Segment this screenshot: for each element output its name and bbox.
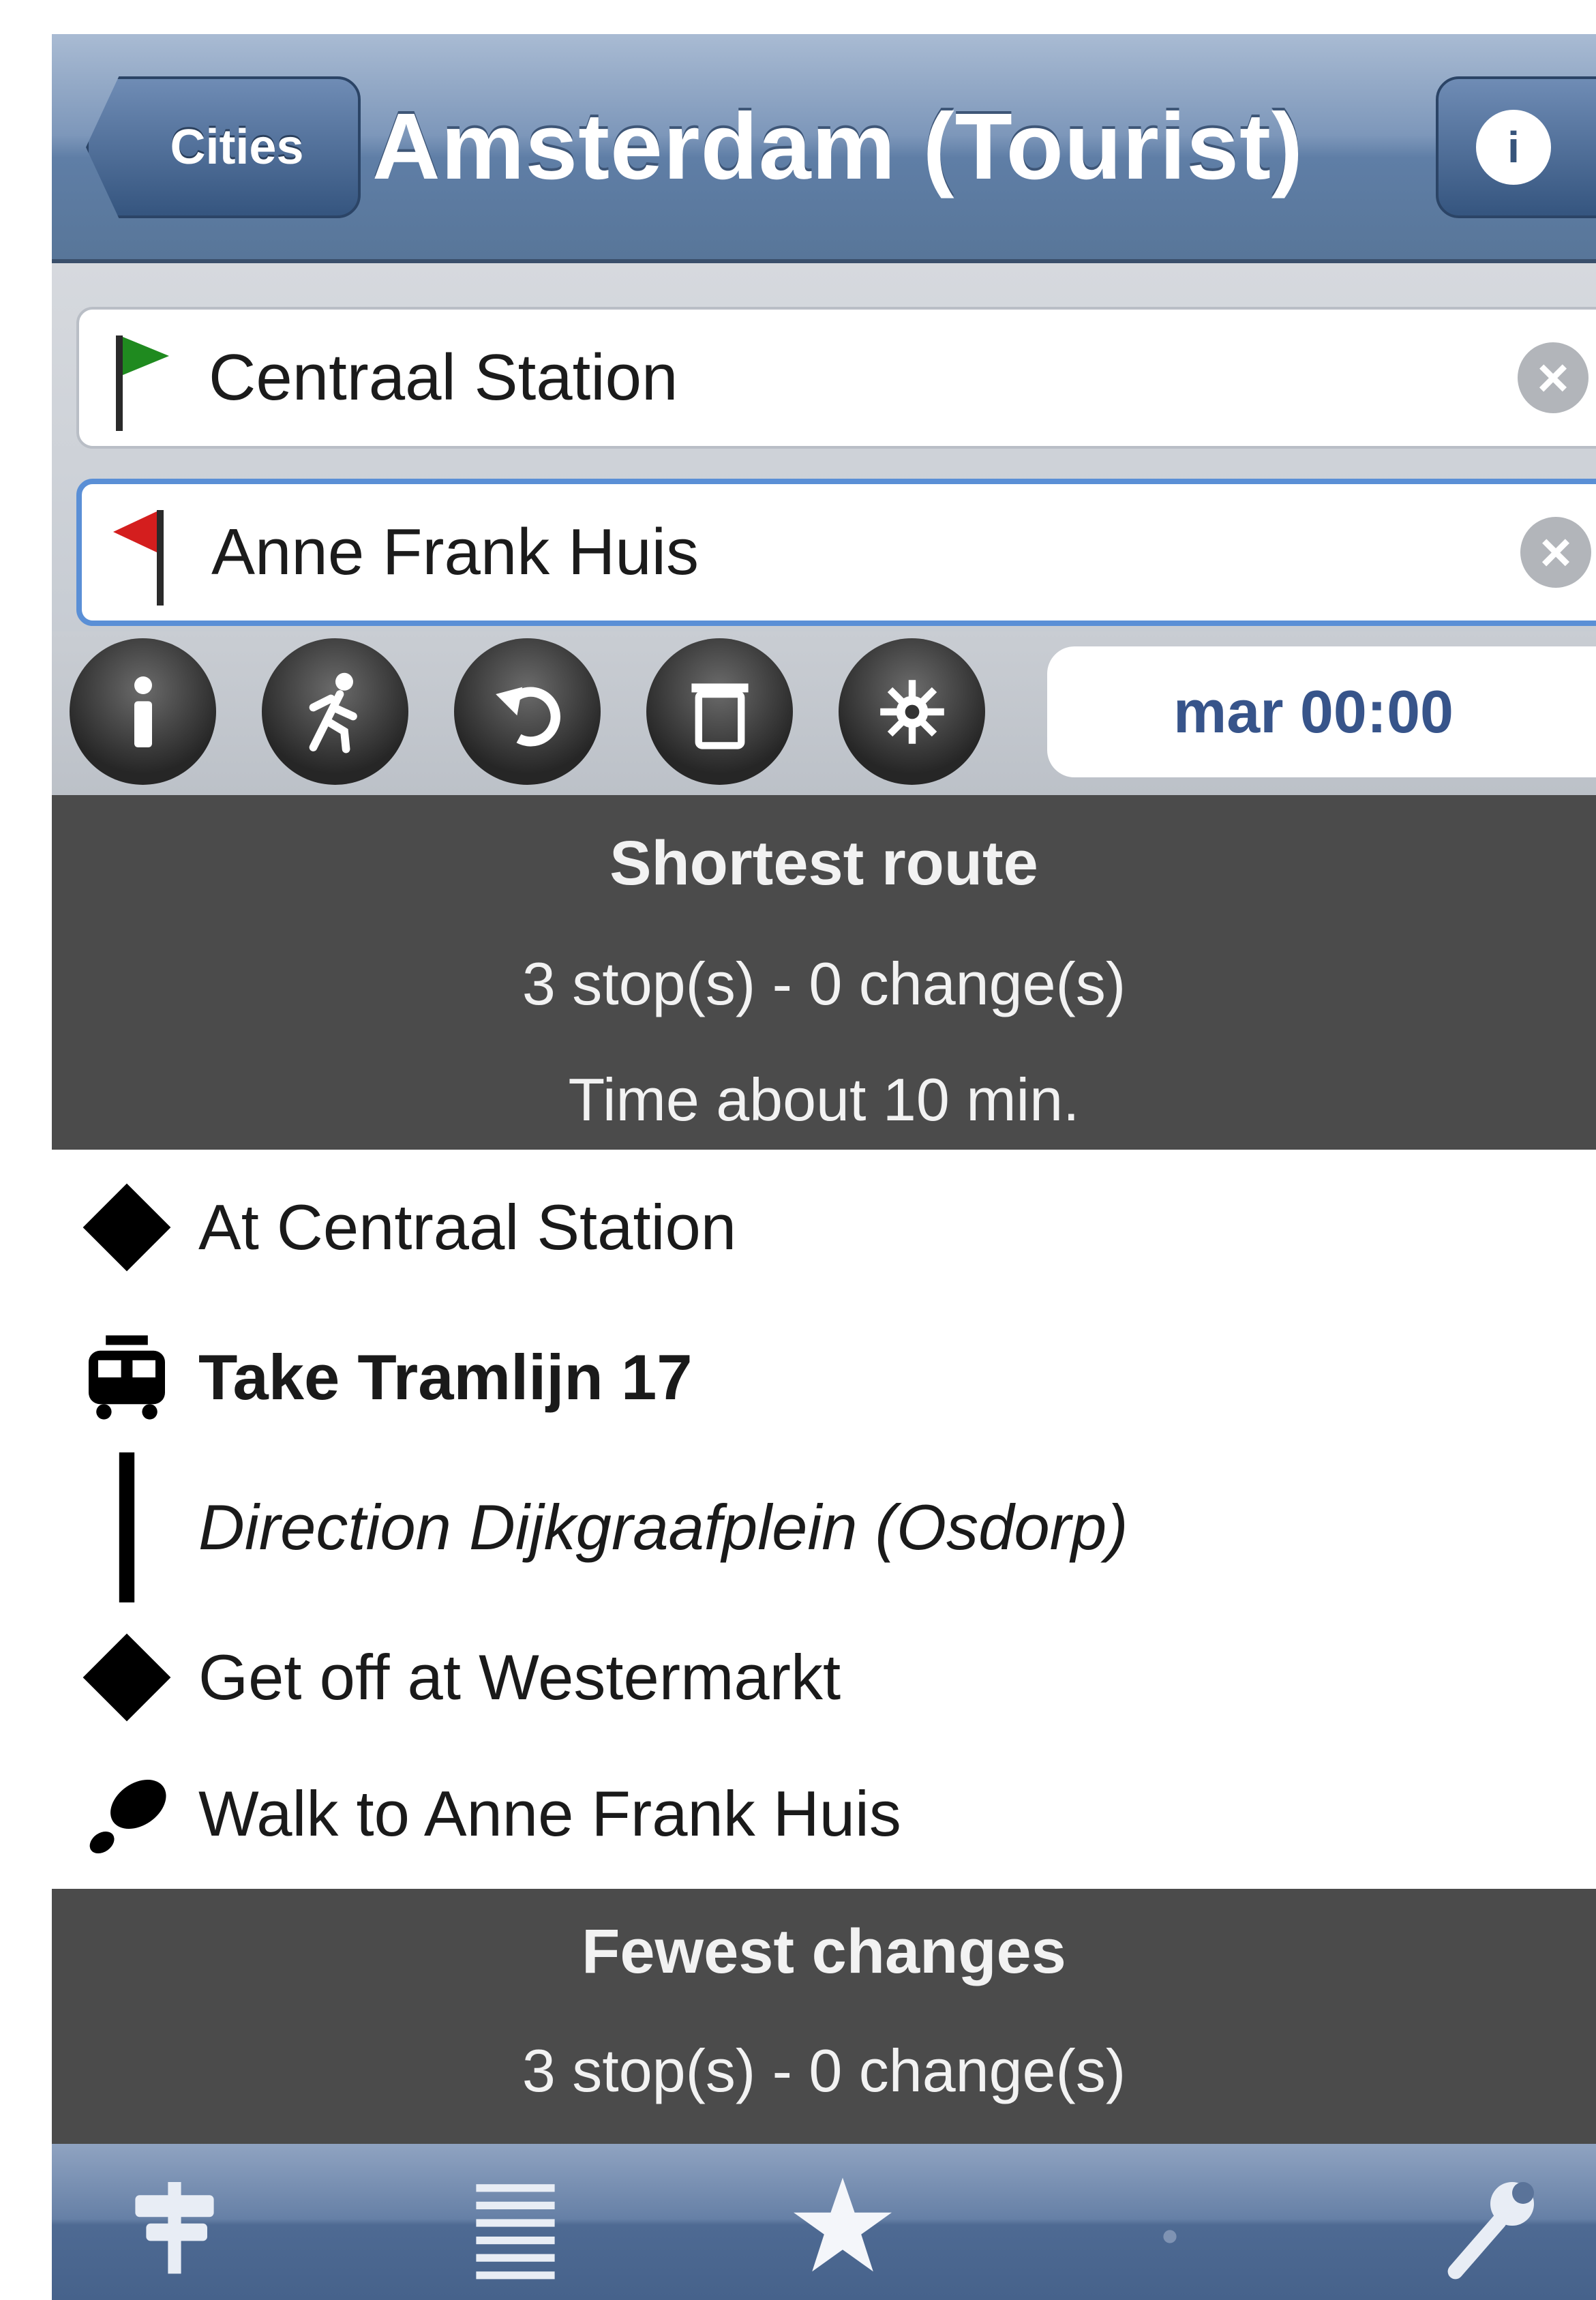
cities-back-button[interactable]: Cities xyxy=(86,76,361,218)
blank-icon xyxy=(1163,2230,1177,2243)
wrench-icon xyxy=(1447,2182,1534,2280)
reverse-route-button[interactable] xyxy=(454,638,601,785)
star-icon xyxy=(794,2177,892,2272)
info-round-button[interactable] xyxy=(70,638,216,785)
list-item: At Centraal Station xyxy=(52,1152,1596,1302)
walk-icon xyxy=(309,672,357,753)
tab-list[interactable] xyxy=(461,2171,570,2280)
info-button[interactable]: i xyxy=(1436,76,1596,218)
shoe-icon xyxy=(89,1779,166,1854)
step-text: Direction Dijkgraafplein (Osdorp) xyxy=(198,1491,1128,1563)
tab-favorites[interactable] xyxy=(788,2171,897,2280)
route-input-area: Centraal Station × Anne Frank Huis × xyxy=(52,263,1596,631)
red-flag-icon xyxy=(113,510,164,606)
step-text: At Centraal Station xyxy=(198,1191,736,1263)
route-duration: Time about 10 min. xyxy=(568,1066,1080,1133)
origin-field[interactable]: Centraal Station × xyxy=(76,307,1596,449)
navigation-bar: Cities Amsterdam (Tourist) i xyxy=(52,34,1596,263)
step-text: Get off at Westermarkt xyxy=(198,1641,841,1713)
route-header-fewest-changes[interactable]: Fewest changes 3 stop(s) - 0 change(s) xyxy=(52,1889,1596,2144)
app-screen: Cities Amsterdam (Tourist) i Centraal St… xyxy=(52,34,1596,2300)
route-summary: 3 stop(s) - 0 change(s) xyxy=(522,950,1126,1017)
signpost-icon xyxy=(135,2182,214,2274)
green-flag-icon xyxy=(116,335,169,431)
diamond-icon xyxy=(82,1183,171,1272)
page-title: Amsterdam (Tourist) xyxy=(372,93,1304,199)
origin-value: Centraal Station xyxy=(209,341,678,414)
step-text: Walk to Anne Frank Huis xyxy=(198,1778,901,1849)
info-icon: i xyxy=(1476,110,1551,185)
tab-empty[interactable] xyxy=(1115,2171,1224,2280)
settings-icon xyxy=(879,679,944,744)
route-title: Shortest route xyxy=(609,828,1038,898)
tram-icon xyxy=(89,1335,165,1420)
clear-origin-icon[interactable]: × xyxy=(1518,342,1589,413)
route-summary: 3 stop(s) - 0 change(s) xyxy=(522,2037,1126,2104)
clear-all-button[interactable] xyxy=(646,638,793,785)
info-icon xyxy=(134,676,152,747)
destination-value: Anne Frank Huis xyxy=(211,516,699,588)
list-item: Take Tramlijn 17 xyxy=(52,1302,1596,1452)
list-item: Get off at Westermarkt xyxy=(52,1602,1596,1752)
route-title: Fewest changes xyxy=(582,1917,1066,1986)
clear-destination-icon[interactable]: × xyxy=(1520,517,1591,588)
back-button-label: Cities xyxy=(170,120,304,175)
action-toolbar: mar 00:00 xyxy=(52,631,1596,795)
route-header-shortest[interactable]: Shortest route 3 stop(s) - 0 change(s) T… xyxy=(52,795,1596,1150)
tab-directions[interactable] xyxy=(120,2171,229,2280)
tab-bar xyxy=(52,2144,1596,2300)
list-icon xyxy=(476,2184,555,2280)
list-item: Direction Dijkgraafplein (Osdorp) xyxy=(52,1452,1596,1602)
tab-tools[interactable] xyxy=(1436,2171,1545,2280)
step-text: Take Tramlijn 17 xyxy=(198,1341,693,1413)
settings-button[interactable] xyxy=(839,638,985,785)
departure-time: mar 00:00 xyxy=(1173,678,1454,745)
line-icon xyxy=(119,1452,135,1602)
diamond-icon xyxy=(82,1633,171,1722)
return-icon xyxy=(495,687,560,747)
list-item: Walk to Anne Frank Huis xyxy=(52,1739,1596,1889)
walk-button[interactable] xyxy=(262,638,408,785)
departure-time-button[interactable]: mar 00:00 xyxy=(1047,646,1596,777)
destination-field[interactable]: Anne Frank Huis × xyxy=(76,479,1596,626)
trash-icon xyxy=(691,683,749,749)
